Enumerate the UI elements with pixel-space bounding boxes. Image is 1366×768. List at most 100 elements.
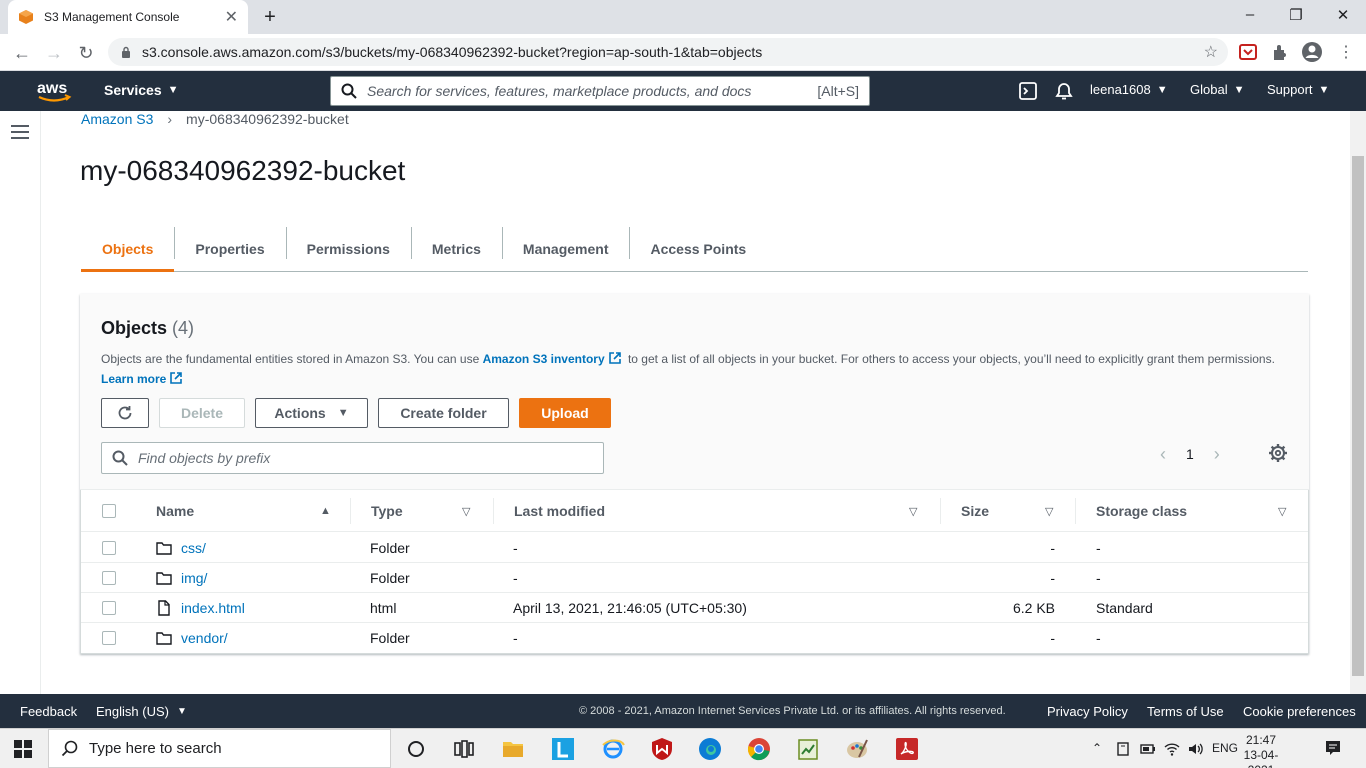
object-name-link[interactable]: img/ xyxy=(181,570,207,586)
object-name-link[interactable]: index.html xyxy=(181,600,245,616)
column-size[interactable]: Size xyxy=(961,503,989,519)
caret-down-icon: ▼ xyxy=(176,706,187,717)
row-checkbox[interactable] xyxy=(102,571,116,585)
sort-icon[interactable]: ▽ xyxy=(462,505,470,518)
region-menu[interactable]: Global ▼ xyxy=(1190,82,1244,97)
back-icon[interactable]: ← xyxy=(10,41,34,65)
minimize-icon[interactable]: – xyxy=(1238,6,1262,23)
object-name-link[interactable]: css/ xyxy=(181,540,206,556)
mcafee-shield-icon[interactable] xyxy=(650,737,674,761)
object-storage-class: - xyxy=(1096,540,1101,556)
breadcrumb-amazon-s3[interactable]: Amazon S3 xyxy=(81,111,153,127)
tray-device-icon[interactable] xyxy=(1115,741,1131,757)
bookmark-star-icon[interactable]: ☆ xyxy=(1204,42,1218,62)
language-selector[interactable]: English (US) ▼ xyxy=(96,704,187,719)
restore-icon[interactable]: ❐ xyxy=(1284,6,1308,24)
row-checkbox[interactable] xyxy=(102,631,116,645)
inventory-link[interactable]: Amazon S3 inventory xyxy=(483,352,605,366)
wifi-icon[interactable] xyxy=(1164,741,1180,757)
object-last-modified: April 13, 2021, 21:46:05 (UTC+05:30) xyxy=(513,600,747,616)
column-storage-class[interactable]: Storage class xyxy=(1096,503,1187,519)
notifications-bell-icon[interactable] xyxy=(1054,81,1074,101)
tab-properties[interactable]: Properties xyxy=(174,227,285,271)
language-label: English (US) xyxy=(96,704,169,719)
column-type[interactable]: Type xyxy=(371,503,403,519)
notepad-chart-icon[interactable] xyxy=(796,737,820,761)
refresh-button[interactable] xyxy=(101,398,149,428)
privacy-policy-link[interactable]: Privacy Policy xyxy=(1047,704,1128,719)
upload-button[interactable]: Upload xyxy=(519,398,611,428)
services-menu[interactable]: Services ▼ xyxy=(104,82,179,98)
actions-button[interactable]: Actions ▼ xyxy=(255,398,368,428)
object-name-link[interactable]: vendor/ xyxy=(181,630,228,646)
internet-explorer-icon[interactable] xyxy=(601,737,625,761)
sort-icon[interactable]: ▽ xyxy=(1045,505,1053,518)
next-page-icon[interactable]: › xyxy=(1214,444,1220,465)
select-all-checkbox[interactable] xyxy=(102,504,116,518)
services-label: Services xyxy=(104,82,162,98)
windows-start-icon[interactable] xyxy=(14,740,32,758)
column-last-modified[interactable]: Last modified xyxy=(514,503,605,519)
support-menu[interactable]: Support ▼ xyxy=(1267,82,1329,97)
aws-search-input[interactable]: Search for services, features, marketpla… xyxy=(330,76,870,106)
reload-icon[interactable]: ↻ xyxy=(74,41,98,65)
aws-logo[interactable]: aws xyxy=(36,78,72,104)
aws-s3-favicon-icon xyxy=(19,10,33,24)
extension-shield-icon[interactable] xyxy=(1238,42,1258,62)
hamburger-menu-icon[interactable] xyxy=(11,124,29,140)
gear-icon[interactable] xyxy=(1268,443,1288,463)
feedback-link[interactable]: Feedback xyxy=(20,704,77,719)
delete-button[interactable]: Delete xyxy=(159,398,245,428)
object-size: - xyxy=(1050,540,1055,556)
tab-access-points[interactable]: Access Points xyxy=(629,227,767,271)
extensions-puzzle-icon[interactable] xyxy=(1270,42,1290,62)
prefix-search-input[interactable]: Find objects by prefix xyxy=(101,442,604,474)
battery-icon[interactable] xyxy=(1140,741,1156,757)
taskbar-search-input[interactable]: Type here to search xyxy=(48,729,391,768)
tab-close-icon[interactable]: ✕ xyxy=(225,7,238,27)
create-folder-button[interactable]: Create folder xyxy=(378,398,509,428)
row-checkbox[interactable] xyxy=(102,601,116,615)
cloudshell-icon[interactable] xyxy=(1018,81,1038,101)
search-placeholder: Search for services, features, marketpla… xyxy=(367,83,752,99)
sort-icon[interactable]: ▽ xyxy=(909,505,917,518)
app-l-icon[interactable] xyxy=(551,737,575,761)
learn-more-link[interactable]: Learn more xyxy=(101,372,166,386)
paint-palette-icon[interactable] xyxy=(845,737,869,761)
cortana-icon[interactable] xyxy=(404,737,428,761)
scrollbar-thumb[interactable] xyxy=(1352,156,1364,676)
browser-tab[interactable]: S3 Management Console ✕ xyxy=(8,0,248,34)
volume-icon[interactable] xyxy=(1187,741,1203,757)
task-view-icon[interactable] xyxy=(452,737,476,761)
notification-center-icon[interactable] xyxy=(1324,739,1342,757)
chrome-browser-icon[interactable] xyxy=(747,737,771,761)
profile-avatar-icon[interactable] xyxy=(1301,41,1323,63)
forward-icon[interactable]: → xyxy=(42,41,66,65)
copyright-text: © 2008 - 2021, Amazon Internet Services … xyxy=(579,705,1006,717)
new-tab-icon[interactable]: + xyxy=(258,6,282,29)
column-name[interactable]: Name xyxy=(156,503,194,519)
folder-icon xyxy=(156,632,172,645)
tab-management[interactable]: Management xyxy=(501,227,630,271)
tab-objects[interactable]: Objects xyxy=(81,227,175,272)
edge-browser-icon[interactable] xyxy=(698,737,722,761)
input-language[interactable]: ENG xyxy=(1212,741,1238,755)
tab-permissions[interactable]: Permissions xyxy=(285,227,411,271)
browser-menu-icon[interactable]: ⋮ xyxy=(1338,42,1354,62)
sort-icon[interactable]: ▽ xyxy=(1278,505,1286,518)
prev-page-icon[interactable]: ‹ xyxy=(1160,444,1166,465)
system-clock[interactable]: 21:47 13-04-2021 xyxy=(1236,733,1286,768)
terms-of-use-link[interactable]: Terms of Use xyxy=(1147,704,1224,719)
address-bar[interactable]: s3.console.aws.amazon.com/s3/buckets/my-… xyxy=(108,38,1228,66)
file-explorer-icon[interactable] xyxy=(501,737,525,761)
row-checkbox[interactable] xyxy=(102,541,116,555)
window-close-icon[interactable]: ✕ xyxy=(1331,6,1355,24)
adobe-acrobat-icon[interactable] xyxy=(895,737,919,761)
tab-metrics[interactable]: Metrics xyxy=(410,227,502,271)
tray-overflow-icon[interactable]: ⌃ xyxy=(1092,741,1102,755)
cookie-preferences-link[interactable]: Cookie preferences xyxy=(1243,704,1356,719)
caret-down-icon: ▼ xyxy=(337,407,349,419)
page-number[interactable]: 1 xyxy=(1186,446,1194,462)
account-menu[interactable]: leena1608 ▼ xyxy=(1090,82,1168,97)
sort-ascending-icon[interactable]: ▲ xyxy=(320,505,331,517)
